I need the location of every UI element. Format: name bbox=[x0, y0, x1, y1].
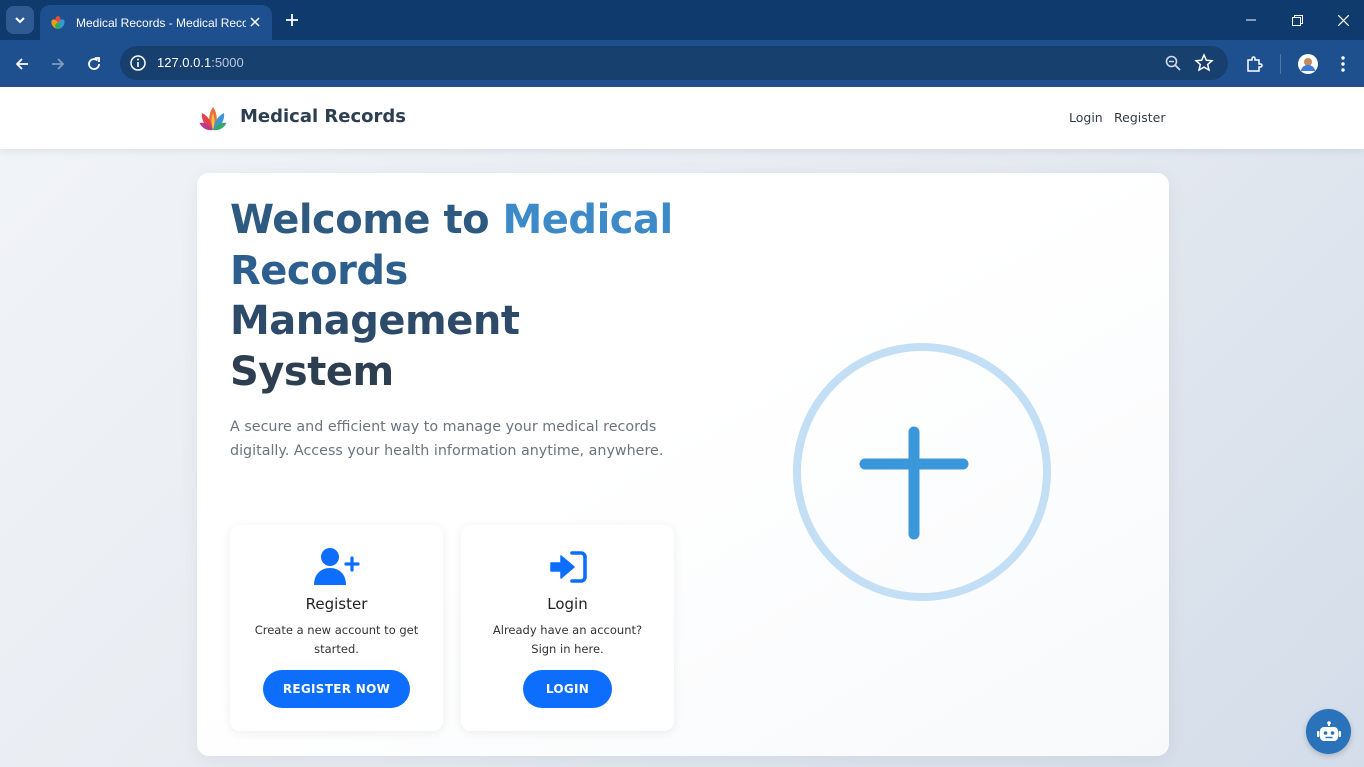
login-card-title: Login bbox=[547, 595, 588, 613]
info-icon[interactable] bbox=[129, 54, 147, 72]
register-card-text: Create a new account to get started. bbox=[254, 623, 419, 656]
page-content: Medical Records Login Register Welcome t… bbox=[0, 87, 1364, 767]
address-bar[interactable]: 127.0.0.1:5000 bbox=[120, 46, 1228, 80]
graphic-circle bbox=[793, 343, 1051, 601]
browser-toolbar: 127.0.0.1:5000 bbox=[0, 40, 1364, 87]
browser-tab-bar: Medical Records - Medical Records bbox=[0, 0, 1364, 40]
close-icon bbox=[1337, 14, 1349, 26]
url-port: :5000 bbox=[211, 55, 244, 70]
hero-card: Welcome to Medical Records Management Sy… bbox=[197, 173, 1169, 756]
minimize-button[interactable] bbox=[1241, 10, 1261, 30]
plus-icon bbox=[286, 14, 298, 26]
restore-icon bbox=[1291, 14, 1303, 26]
login-icon-wrap bbox=[461, 545, 674, 589]
reload-icon bbox=[88, 57, 100, 70]
restore-button[interactable] bbox=[1287, 10, 1307, 30]
login-card: Login Already have an account? Sign in h… bbox=[461, 525, 674, 731]
bookmark-star-icon[interactable] bbox=[1194, 53, 1214, 73]
extensions-button[interactable] bbox=[1242, 52, 1266, 76]
profile-button[interactable] bbox=[1296, 52, 1320, 76]
close-window-button[interactable] bbox=[1333, 10, 1353, 30]
new-tab-button[interactable] bbox=[282, 10, 302, 30]
close-tab-icon[interactable] bbox=[248, 15, 262, 29]
puzzle-icon bbox=[1247, 56, 1263, 72]
title-part-medical: Medical bbox=[502, 197, 674, 243]
arrow-left-icon bbox=[15, 58, 28, 70]
arrow-right-icon bbox=[52, 58, 65, 70]
more-vertical-icon bbox=[1341, 56, 1345, 72]
register-card: Register Create a new account to get sta… bbox=[230, 525, 443, 731]
reload-button[interactable] bbox=[82, 52, 106, 76]
back-button[interactable] bbox=[10, 52, 34, 76]
brand-name[interactable]: Medical Records bbox=[240, 106, 406, 127]
medical-logo-icon[interactable] bbox=[198, 104, 228, 134]
toolbar-separator bbox=[1280, 54, 1281, 74]
medical-plus-graphic bbox=[793, 343, 1051, 601]
robot-icon bbox=[1316, 720, 1341, 741]
tab-title: Medical Records - Medical Records bbox=[76, 15, 246, 30]
browser-tab[interactable]: Medical Records - Medical Records bbox=[40, 5, 272, 40]
nav-register-link[interactable]: Register bbox=[1114, 110, 1165, 125]
tab-search-button[interactable] bbox=[6, 6, 34, 34]
minimize-icon bbox=[1246, 19, 1256, 21]
nav-login-link[interactable]: Login bbox=[1069, 110, 1103, 125]
zoom-icon[interactable] bbox=[1164, 54, 1182, 72]
url-host: 127.0.0.1 bbox=[157, 55, 212, 70]
title-part-records: Records bbox=[230, 247, 408, 294]
user-plus-icon bbox=[313, 548, 360, 585]
register-card-title: Register bbox=[305, 595, 368, 613]
sign-in-icon bbox=[549, 551, 587, 583]
title-part-welcome: Welcome to bbox=[230, 197, 503, 243]
title-part-system: System bbox=[230, 348, 394, 395]
title-part-management: Management bbox=[230, 298, 520, 344]
url-text[interactable]: 127.0.0.1:5000 bbox=[157, 55, 244, 70]
medical-logo-icon bbox=[51, 15, 65, 29]
page-title: Welcome to Medical Records Management Sy… bbox=[230, 195, 700, 397]
forward-button[interactable] bbox=[46, 52, 70, 76]
register-icon-wrap bbox=[230, 545, 443, 589]
chevron-down-icon bbox=[15, 17, 25, 24]
chatbot-button[interactable] bbox=[1306, 709, 1351, 754]
hero-description: A secure and efficient way to manage you… bbox=[230, 419, 664, 459]
login-card-text: Already have an account? Sign in here. bbox=[492, 623, 643, 656]
site-header: Medical Records Login Register bbox=[0, 87, 1364, 149]
avatar bbox=[1298, 54, 1318, 74]
login-button[interactable]: LOGIN bbox=[523, 670, 612, 708]
browser-menu-button[interactable] bbox=[1331, 52, 1355, 76]
register-now-button[interactable]: REGISTER NOW bbox=[263, 670, 410, 708]
